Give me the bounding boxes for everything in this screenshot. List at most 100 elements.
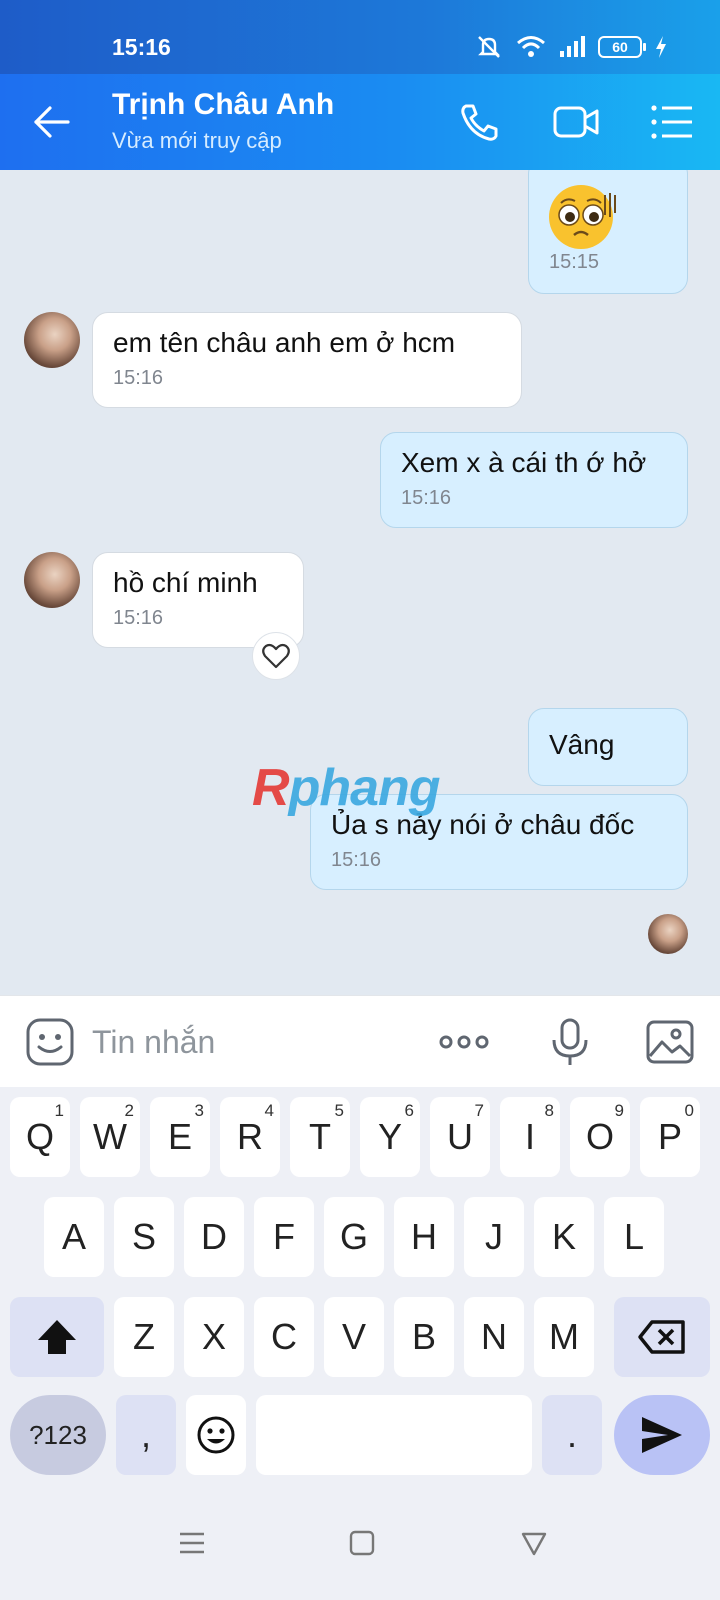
square-home-icon (349, 1530, 375, 1556)
key-row3-4[interactable]: B (394, 1297, 454, 1377)
key-label: P (657, 1116, 682, 1157)
key-row2-4[interactable]: G (324, 1197, 384, 1277)
key-row2-3[interactable]: F (254, 1197, 314, 1277)
key-number-hint: 3 (194, 1101, 204, 1120)
heart-icon (262, 643, 290, 669)
send-key[interactable] (614, 1395, 710, 1475)
send-arrow-icon (642, 1417, 682, 1453)
home-button[interactable] (348, 1529, 376, 1562)
contact-status: Vừa mới truy cập (112, 128, 282, 153)
more-options-icon[interactable] (438, 1016, 490, 1068)
contact-avatar[interactable] (24, 312, 80, 368)
key-3[interactable]: R4 (220, 1097, 280, 1177)
key-4[interactable]: T5 (290, 1097, 350, 1177)
backspace-key[interactable] (614, 1297, 710, 1377)
message-bubble-sticker[interactable]: 15:15 (528, 170, 688, 294)
key-row3-2[interactable]: C (254, 1297, 314, 1377)
back-nav-button[interactable] (520, 1529, 548, 1562)
menu-list-icon[interactable] (648, 98, 696, 146)
message-text: Xem x à cái th ớ hở (401, 447, 647, 478)
key-row3-6[interactable]: M (534, 1297, 594, 1377)
charging-icon (656, 36, 666, 58)
message-text: hồ chí minh (113, 567, 258, 598)
key-6[interactable]: U7 (430, 1097, 490, 1177)
shift-arrow-icon (38, 1320, 76, 1354)
key-row2-0[interactable]: A (44, 1197, 104, 1277)
key-number-hint: 5 (334, 1101, 344, 1120)
symbols-key[interactable]: ?123 (10, 1395, 106, 1475)
key-label: E (167, 1116, 192, 1157)
key-label: O (585, 1116, 614, 1157)
message-bubble-incoming[interactable]: em tên châu anh em ở hcm 15:16 (92, 312, 522, 408)
react-heart-button[interactable] (252, 632, 300, 680)
key-row2-7[interactable]: K (534, 1197, 594, 1277)
message-time: 15:16 (401, 487, 452, 509)
back-arrow-icon[interactable] (30, 100, 74, 144)
message-bubble-outgoing[interactable]: Xem x à cái th ớ hở 15:16 (380, 432, 688, 528)
emoji-key[interactable] (186, 1395, 246, 1475)
recent-apps-button[interactable] (178, 1529, 206, 1562)
system-navigation-bar (0, 1507, 720, 1600)
smiley-icon (197, 1416, 235, 1454)
key-row2-2[interactable]: D (184, 1197, 244, 1277)
key-row2-1[interactable]: S (114, 1197, 174, 1277)
contact-avatar[interactable] (24, 552, 80, 608)
key-label: R (237, 1116, 263, 1157)
key-number-hint: 2 (124, 1101, 134, 1120)
message-time: 15:16 (331, 849, 382, 871)
key-row2-8[interactable]: L (604, 1197, 664, 1277)
key-number-hint: 1 (54, 1101, 64, 1120)
status-bar: 15:16 60 (0, 0, 720, 74)
signal-icon (560, 36, 585, 57)
key-row3-3[interactable]: V (324, 1297, 384, 1377)
key-label: W (93, 1116, 127, 1157)
watermark-logo: Rphang (252, 759, 441, 817)
period-key[interactable]: . (542, 1395, 602, 1475)
status-time: 15:16 (112, 34, 171, 60)
chat-header: Trịnh Châu Anh Vừa mới truy cập (0, 74, 720, 170)
message-time: 15:16 (113, 607, 164, 629)
sticker-emoji-icon[interactable] (24, 1016, 76, 1068)
key-label: I (524, 1116, 535, 1157)
key-0[interactable]: Q1 (10, 1097, 70, 1177)
comma-key[interactable]: , (116, 1395, 176, 1475)
message-time: 15:15 (549, 251, 600, 273)
message-text: Vâng (549, 729, 615, 760)
menu-lines-icon (180, 1532, 204, 1554)
space-key[interactable] (256, 1395, 532, 1475)
shift-key[interactable] (10, 1297, 104, 1377)
key-label: T (309, 1116, 331, 1157)
backspace-icon (638, 1320, 685, 1354)
message-text: em tên châu anh em ở hcm (113, 327, 456, 358)
message-list[interactable]: 15:15 em tên châu anh em ở hcm 15:16 Xem… (0, 170, 720, 995)
key-5[interactable]: Y6 (360, 1097, 420, 1177)
key-7[interactable]: I8 (500, 1097, 560, 1177)
key-label: U (447, 1116, 473, 1157)
bell-muted-icon (478, 36, 500, 58)
worried-face-emoji-icon (549, 185, 616, 249)
image-gallery-icon[interactable] (644, 1016, 696, 1068)
triangle-back-icon (521, 1532, 547, 1556)
key-row3-0[interactable]: Z (114, 1297, 174, 1377)
battery-icon: 60 (598, 36, 646, 58)
microphone-icon[interactable] (544, 1016, 596, 1068)
message-time: 15:16 (113, 367, 164, 389)
message-input[interactable]: Tin nhắn (92, 1024, 215, 1061)
contact-name[interactable]: Trịnh Châu Anh (112, 88, 334, 122)
key-row2-5[interactable]: H (394, 1197, 454, 1277)
key-row2-6[interactable]: J (464, 1197, 524, 1277)
status-icons: 60 (474, 34, 668, 60)
key-8[interactable]: O9 (570, 1097, 630, 1177)
video-call-icon[interactable] (552, 98, 600, 146)
phone-call-icon[interactable] (456, 98, 504, 146)
key-label: Q (25, 1116, 54, 1157)
message-bubble-outgoing[interactable]: Vâng (528, 708, 688, 786)
key-2[interactable]: E3 (150, 1097, 210, 1177)
key-row3-1[interactable]: X (184, 1297, 244, 1377)
key-row3-5[interactable]: N (464, 1297, 524, 1377)
key-9[interactable]: P0 (640, 1097, 700, 1177)
key-1[interactable]: W2 (80, 1097, 140, 1177)
wifi-icon (517, 36, 545, 57)
key-number-hint: 4 (264, 1101, 274, 1120)
key-number-hint: 0 (684, 1101, 694, 1120)
